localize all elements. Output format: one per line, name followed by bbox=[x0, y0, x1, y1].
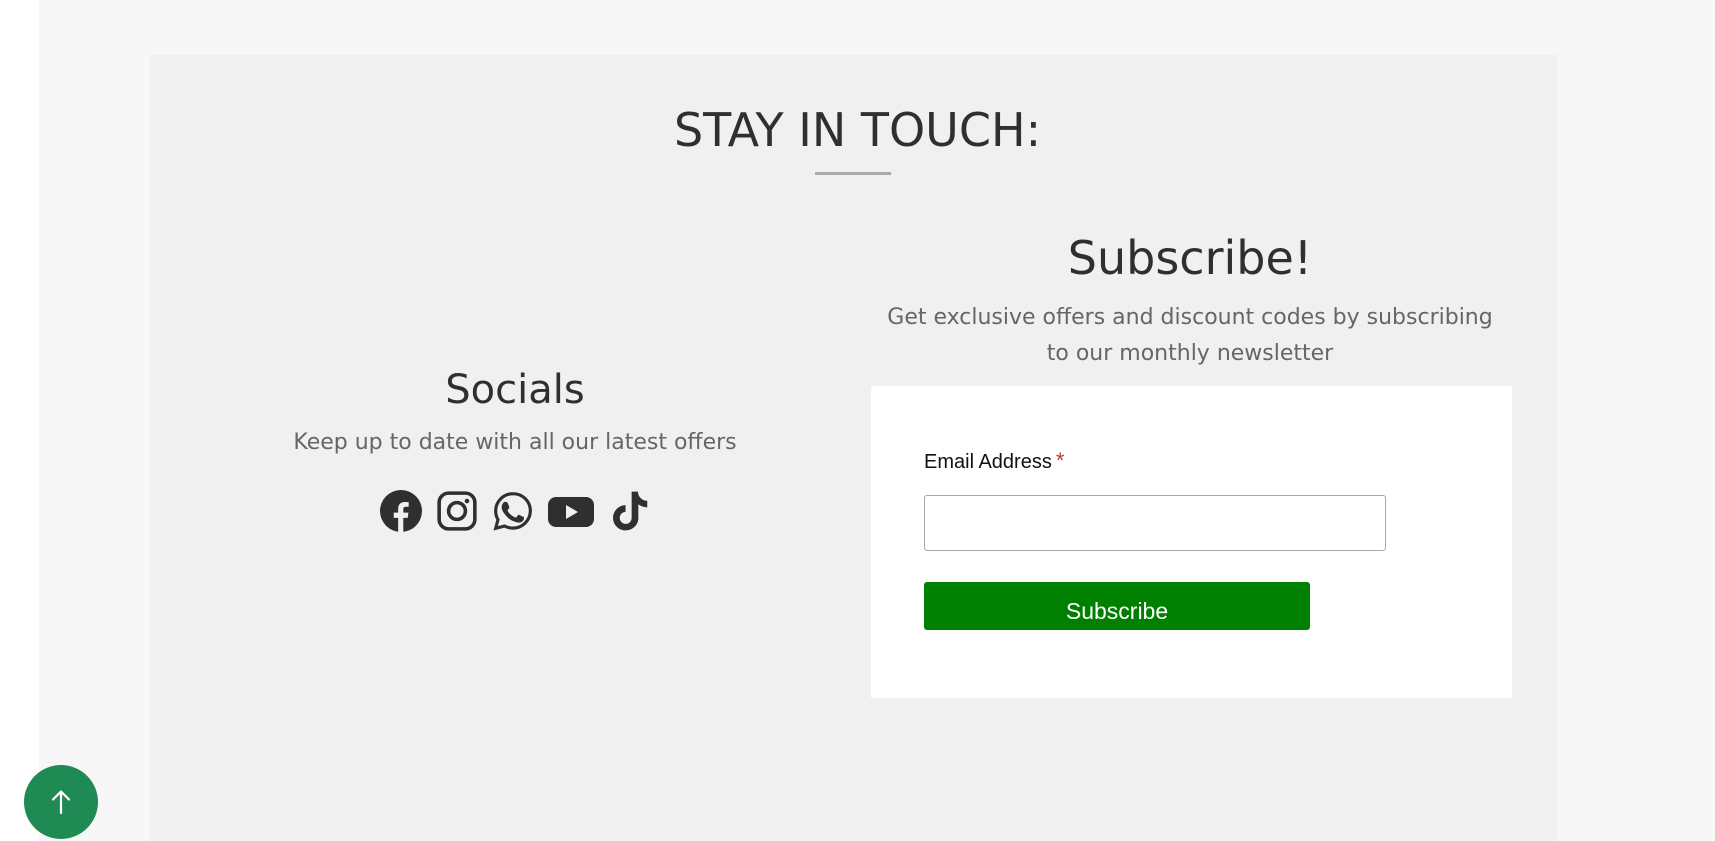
subscribe-heading: Subscribe! bbox=[1067, 231, 1313, 285]
page-title: STAY IN TOUCH: bbox=[673, 103, 1042, 157]
subscribe-block: Subscribe! Get exclusive offers and disc… bbox=[870, 225, 1510, 372]
socials-description: Keep up to date with all our latest offe… bbox=[293, 430, 737, 455]
newsletter-form: Email Address * Subscribe bbox=[871, 386, 1512, 698]
subscribe-button[interactable]: Subscribe bbox=[924, 582, 1310, 630]
arrow-up-icon bbox=[47, 788, 75, 816]
social-icons-row bbox=[150, 490, 880, 532]
youtube-icon[interactable] bbox=[548, 490, 594, 532]
socials-heading: Socials bbox=[445, 367, 585, 413]
title-divider bbox=[815, 172, 891, 175]
facebook-icon[interactable] bbox=[380, 490, 422, 532]
back-to-top-button[interactable] bbox=[24, 765, 98, 839]
instagram-icon[interactable] bbox=[436, 490, 478, 532]
email-label-text: Email Address bbox=[924, 451, 1052, 473]
whatsapp-icon[interactable] bbox=[492, 490, 534, 532]
email-input[interactable] bbox=[924, 495, 1386, 551]
tiktok-icon[interactable] bbox=[608, 490, 650, 532]
email-label: Email Address * bbox=[924, 448, 1064, 474]
socials-block: Socials Keep up to date with all our lat… bbox=[150, 360, 880, 532]
subscribe-description: Get exclusive offers and discount codes … bbox=[887, 305, 1493, 366]
required-marker: * bbox=[1055, 448, 1065, 473]
